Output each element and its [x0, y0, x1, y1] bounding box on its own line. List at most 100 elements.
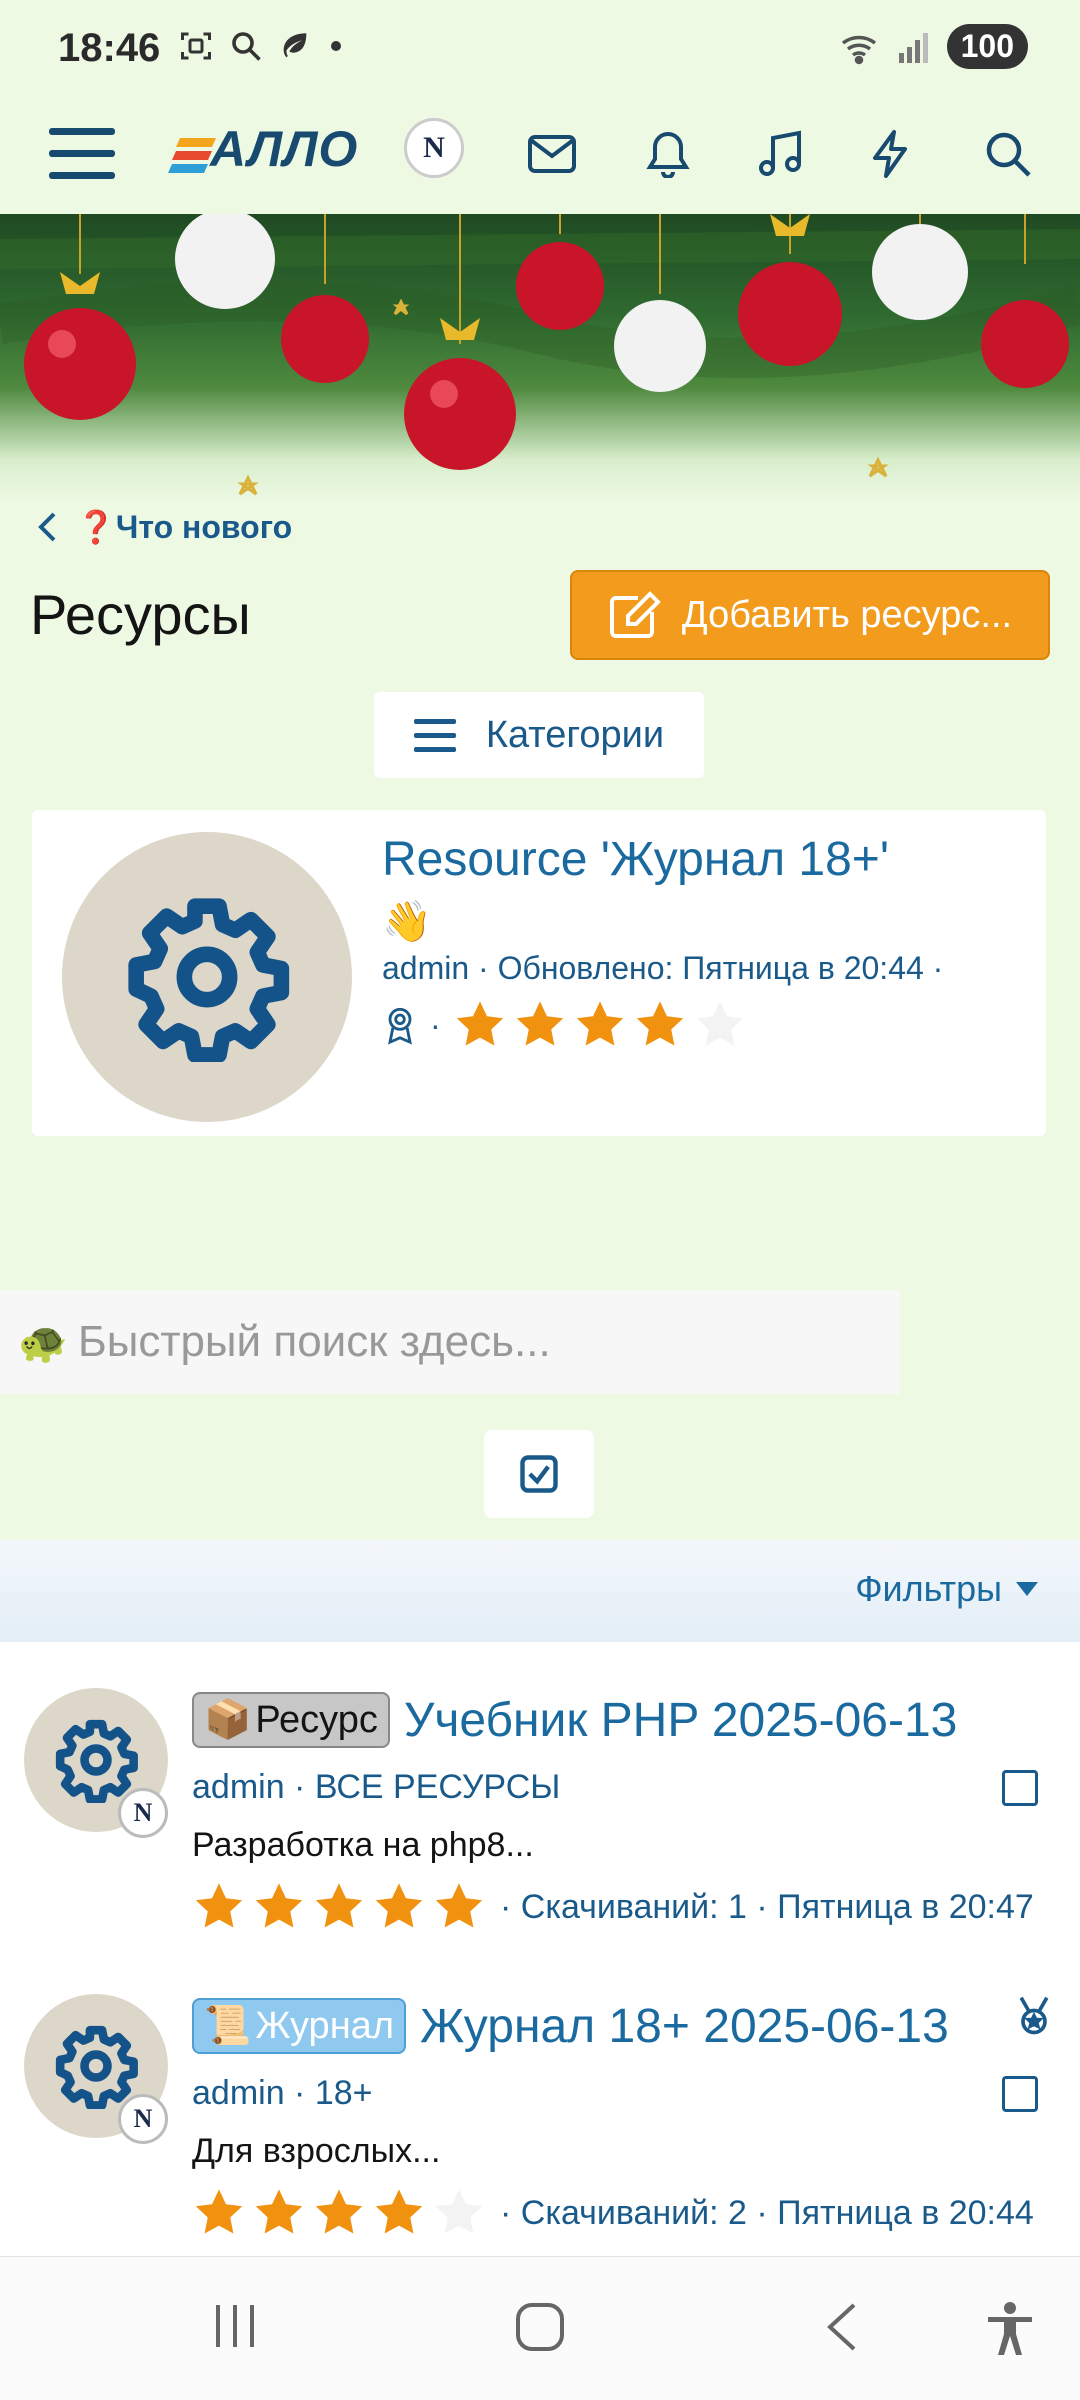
- featured-resource-title[interactable]: Resource 'Журнал 18+': [382, 832, 889, 887]
- star-filled-icon: [636, 1001, 683, 1046]
- prefix-text: Журнал: [255, 2004, 394, 2047]
- gear-icon: [55, 1719, 138, 1803]
- battery-indicator: 100: [946, 24, 1028, 69]
- logo-text: АЛЛО: [210, 121, 359, 177]
- activity-button[interactable]: [852, 116, 928, 192]
- list-item[interactable]: N 📜 Журнал Журнал 18+ 2025-06-13 admin ·…: [0, 1964, 1080, 2264]
- back-icon[interactable]: [824, 2301, 860, 2353]
- item-rating: [192, 2186, 486, 2240]
- lightning-icon: [873, 130, 907, 178]
- item-meta[interactable]: admin · 18+: [192, 2074, 373, 2113]
- music-button[interactable]: [742, 116, 818, 192]
- wifi-icon: [841, 35, 876, 64]
- item-rating: [192, 1880, 486, 1934]
- recent-apps-icon[interactable]: [210, 2301, 260, 2351]
- medal-icon: [1019, 1996, 1049, 2035]
- menu-button[interactable]: [44, 116, 120, 192]
- item-select-checkbox[interactable]: [1002, 2076, 1038, 2112]
- author-badge: N: [118, 1788, 168, 1838]
- list-item[interactable]: N 📦 Ресурс Учебник PHP 2025-06-13 admin …: [0, 1658, 1080, 1958]
- item-footer: · Скачиваний: 1 · Пятница в 20:47: [192, 1880, 1034, 1934]
- star-filled-icon: [195, 1883, 243, 1928]
- item-stats: · Скачиваний: 2 · Пятница в 20:44: [500, 2193, 1034, 2232]
- gear-icon: [128, 898, 290, 1062]
- prefix-label[interactable]: 📜 Журнал: [192, 1998, 406, 2054]
- alerts-button[interactable]: [630, 116, 706, 192]
- featured-rating: ·: [382, 998, 747, 1052]
- star-filled-icon: [456, 1001, 503, 1046]
- item-description: Для взрослых...: [192, 2132, 441, 2170]
- star-filled-icon: [576, 1001, 623, 1046]
- messages-button[interactable]: [514, 116, 590, 192]
- filter-bar: Фильтры: [0, 1540, 1080, 1642]
- breadcrumb-link[interactable]: ❓Что нового: [76, 508, 292, 546]
- resource-list: Фильтры N 📦 Ресурс Учебник PHP 2025-06-1…: [0, 1540, 1080, 2256]
- item-meta[interactable]: admin · ВСЕ РЕСУРСЫ: [192, 1768, 560, 1807]
- star-filled-icon: [375, 1883, 423, 1928]
- dot-icon: [331, 41, 341, 51]
- item-title-row: 📜 Журнал Журнал 18+ 2025-06-13: [192, 1998, 949, 2054]
- search-notification-icon: [232, 32, 261, 61]
- chevron-left-icon: [38, 512, 56, 542]
- scroll-icon: 📜: [204, 2005, 252, 2047]
- app-header: АЛЛО N: [0, 96, 1080, 214]
- christmas-ornaments-image: [0, 214, 1080, 496]
- quick-search-input[interactable]: [77, 1317, 878, 1367]
- bell-icon: [646, 131, 690, 178]
- prefix-text: Ресурс: [255, 1698, 378, 1741]
- filters-button[interactable]: Фильтры: [855, 1568, 1038, 1610]
- gear-icon: [55, 2025, 138, 2109]
- item-stats: · Скачиваний: 1 · Пятница в 20:47: [500, 1887, 1034, 1926]
- breadcrumb[interactable]: ❓Что нового: [36, 508, 292, 546]
- status-system-icons: 100: [839, 24, 1028, 69]
- item-title[interactable]: Журнал 18+ 2025-06-13: [420, 1999, 949, 2054]
- logo-stripes-icon: [168, 138, 216, 173]
- featured-resource-meta: admin · Обновлено: Пятница в 20:44 ·: [382, 950, 944, 986]
- wave-emoji: 👋: [382, 900, 432, 944]
- status-bar: 18:46 100: [0, 0, 1080, 96]
- page-title: Ресурсы: [30, 583, 251, 646]
- menu-icon: [49, 128, 115, 179]
- signal-icon: [898, 32, 928, 63]
- network-logo[interactable]: N: [404, 118, 464, 178]
- star-filled-icon: [255, 2189, 303, 2234]
- add-resource-button[interactable]: Добавить ресурс...: [570, 570, 1050, 660]
- award-icon: [388, 1007, 412, 1045]
- item-title[interactable]: Учебник PHP 2025-06-13: [404, 1693, 958, 1748]
- list-icon: [413, 719, 456, 752]
- featured-resource-avatar[interactable]: [62, 832, 352, 1122]
- item-footer: · Скачиваний: 2 · Пятница в 20:44: [192, 2186, 1034, 2240]
- filters-label: Фильтры: [855, 1568, 1002, 1609]
- quick-search-bar[interactable]: 🐢: [0, 1290, 900, 1394]
- status-time: 18:46: [58, 26, 161, 70]
- edit-icon: [609, 591, 661, 638]
- system-navigation-bar: [0, 2256, 1080, 2400]
- star-empty-icon: [435, 2189, 483, 2234]
- item-description: Разработка на php8...: [192, 1826, 534, 1864]
- featured-resource-card[interactable]: Resource 'Журнал 18+' 👋 admin · Обновлен…: [32, 810, 1046, 1136]
- home-icon[interactable]: [514, 2301, 566, 2353]
- categories-button[interactable]: Категории: [374, 692, 704, 778]
- status-notification-icons: [178, 28, 346, 64]
- star-filled-icon: [375, 2189, 423, 2234]
- star-filled-icon: [516, 1001, 563, 1046]
- star-empty-icon: [696, 1001, 743, 1046]
- item-select-checkbox[interactable]: [1002, 1770, 1038, 1806]
- star-filled-icon: [315, 2189, 363, 2234]
- star-filled-icon: [255, 1883, 303, 1928]
- leaf-icon: [283, 33, 307, 58]
- search-icon: [986, 132, 1031, 177]
- checkbox-checked-icon: [520, 1455, 558, 1493]
- christmas-banner: [0, 214, 1080, 504]
- mail-icon: [528, 135, 576, 173]
- accessibility-icon[interactable]: [984, 2301, 1036, 2357]
- star-filled-icon: [435, 1883, 483, 1928]
- select-toggle-button[interactable]: [484, 1430, 594, 1518]
- caret-down-icon: [1016, 1582, 1038, 1596]
- search-button[interactable]: [970, 116, 1046, 192]
- prefix-label[interactable]: 📦 Ресурс: [192, 1692, 390, 1748]
- item-title-row: 📦 Ресурс Учебник PHP 2025-06-13: [192, 1692, 957, 1748]
- screenshot-icon: [181, 32, 211, 60]
- music-icon: [759, 130, 801, 176]
- author-badge: N: [118, 2094, 168, 2144]
